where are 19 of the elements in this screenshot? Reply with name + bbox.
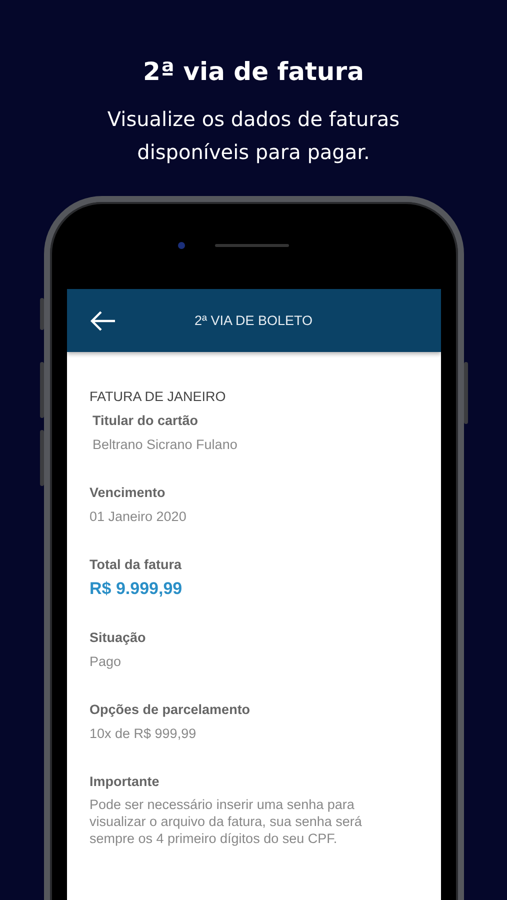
amount-value: R$ 9.999,99 (90, 579, 184, 599)
field-label: Opções de parcelamento (90, 701, 252, 719)
field-label: Situação (90, 629, 147, 647)
field-label: Vencimento (90, 484, 166, 502)
back-button[interactable] (90, 310, 116, 332)
note-text: Pode ser necessário inserir uma senha para visualizar o arquivo da fatura, sua senha será sempre os 4 primeiro dígitos do seu CPF. (90, 796, 363, 847)
field-label: Titular do cartão (92, 412, 200, 430)
field-label: Total da fatura (90, 556, 183, 574)
back-arrow-icon (90, 310, 116, 332)
headline-title: 2ª via de fatura (142, 56, 365, 88)
camera-icon (178, 242, 185, 249)
app-bar-title: 2ª VIA DE BOLETO (193, 313, 314, 328)
field-value: 10x de R$ 999,99 (90, 725, 198, 743)
invoice-title: FATURA DE JANEIRO (90, 388, 227, 406)
field-value: Beltrano Sicrano Fulano (92, 436, 238, 454)
field-value: 01 Janeiro 2020 (90, 508, 188, 526)
field-label: Importante (90, 773, 160, 791)
field-value: Pago (90, 653, 122, 671)
headline-subtitle: Visualize os dados de faturas disponíveis para pagar. (106, 106, 401, 166)
